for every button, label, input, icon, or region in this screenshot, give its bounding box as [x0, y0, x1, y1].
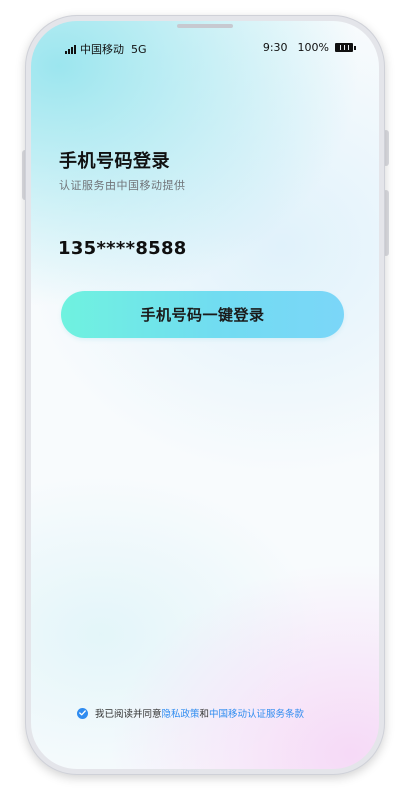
agreement-joiner: 和 [199, 709, 210, 720]
phone-screen: 中国移动 5G 9:30 100% 手机号码登录 认证服务由中国移动提供 135… [31, 21, 379, 769]
device-stage: 中国移动 5G 9:30 100% 手机号码登录 认证服务由中国移动提供 135… [0, 0, 411, 789]
agreement-row: 我已阅读并同意 隐私政策 和 中国移动认证服务条款 [77, 706, 304, 720]
page-title: 手机号码登录 [59, 151, 170, 172]
masked-phone-number: 135****8588 [58, 238, 187, 259]
battery-icon [335, 43, 356, 52]
phone-frame: 中国移动 5G 9:30 100% 手机号码登录 认证服务由中国移动提供 135… [25, 15, 385, 775]
battery-percent: 100% [297, 41, 329, 54]
agreement-prefix: 我已阅读并同意 [95, 709, 162, 720]
page-subtitle: 认证服务由中国移动提供 [59, 179, 186, 192]
one-click-login-button[interactable]: 手机号码一键登录 [61, 291, 344, 338]
privacy-policy-link[interactable]: 隐私政策 [162, 706, 200, 720]
status-bar: 中国移动 5G 9:30 100% [31, 41, 379, 59]
terms-of-service-link[interactable]: 中国移动认证服务条款 [209, 706, 304, 720]
carrier-name: 中国移动 [80, 43, 124, 56]
status-left: 中国移动 5G [65, 41, 147, 57]
one-click-login-label: 手机号码一键登录 [140, 306, 265, 324]
check-circle-icon[interactable] [77, 707, 88, 719]
network-type: 5G [131, 42, 147, 56]
signal-bars-icon [65, 44, 76, 54]
status-right: 9:30 100% [262, 41, 356, 54]
speaker-grille [177, 24, 233, 28]
clock: 9:30 [262, 41, 288, 54]
checkmark-glyph-icon [79, 710, 86, 716]
